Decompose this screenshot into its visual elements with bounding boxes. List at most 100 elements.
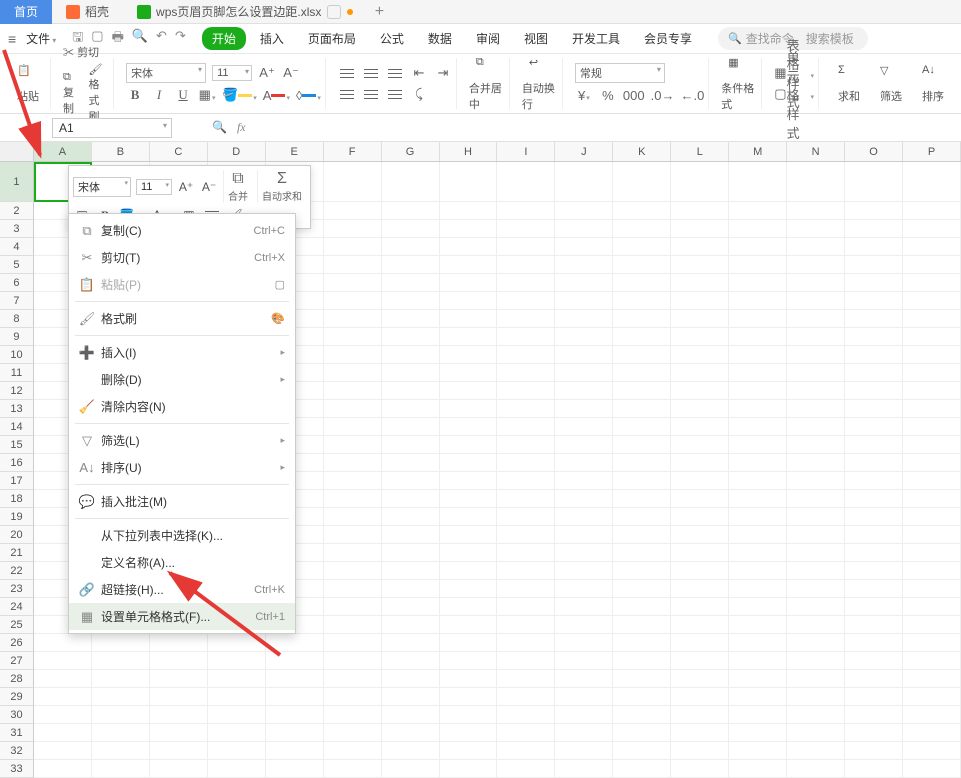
cell[interactable]	[382, 562, 440, 580]
cell[interactable]	[729, 202, 787, 220]
cell[interactable]	[208, 724, 266, 742]
cell[interactable]	[208, 706, 266, 724]
col-header-h[interactable]: H	[440, 142, 498, 161]
cell[interactable]	[382, 454, 440, 472]
cell[interactable]	[497, 202, 555, 220]
cell[interactable]	[729, 310, 787, 328]
row-header[interactable]: 2	[0, 202, 34, 220]
cell[interactable]	[671, 162, 729, 202]
row-header[interactable]: 22	[0, 562, 34, 580]
cell[interactable]	[729, 454, 787, 472]
align-top-icon[interactable]	[338, 64, 356, 82]
cell[interactable]	[787, 310, 845, 328]
row-header[interactable]: 12	[0, 382, 34, 400]
cell[interactable]	[382, 256, 440, 274]
cell[interactable]	[613, 472, 671, 490]
cell[interactable]	[671, 634, 729, 652]
cell[interactable]	[440, 454, 498, 472]
cell[interactable]	[787, 238, 845, 256]
cell[interactable]	[266, 724, 324, 742]
menu-insert[interactable]: ➕插入(I)▸	[69, 339, 295, 366]
cell[interactable]	[382, 364, 440, 382]
cell[interactable]	[497, 364, 555, 382]
align-left-icon[interactable]	[338, 85, 356, 103]
cell[interactable]	[845, 292, 903, 310]
cell[interactable]	[440, 202, 498, 220]
row-header[interactable]: 19	[0, 508, 34, 526]
col-header-p[interactable]: P	[903, 142, 961, 161]
row-header[interactable]: 8	[0, 310, 34, 328]
cell[interactable]	[382, 544, 440, 562]
row-header[interactable]: 18	[0, 490, 34, 508]
cell[interactable]	[845, 670, 903, 688]
ribbon-tab-formula[interactable]: 公式	[370, 27, 414, 50]
cell[interactable]	[382, 508, 440, 526]
cell[interactable]	[382, 202, 440, 220]
cell[interactable]	[671, 598, 729, 616]
cell[interactable]	[266, 760, 324, 778]
cell[interactable]	[440, 742, 498, 760]
cell[interactable]	[382, 490, 440, 508]
cell[interactable]	[787, 274, 845, 292]
cell[interactable]	[613, 508, 671, 526]
cell[interactable]	[382, 598, 440, 616]
cell[interactable]	[555, 454, 613, 472]
cell[interactable]	[845, 508, 903, 526]
cell[interactable]	[729, 634, 787, 652]
col-header-n[interactable]: N	[787, 142, 845, 161]
cell[interactable]	[613, 598, 671, 616]
cell[interactable]	[555, 580, 613, 598]
cell[interactable]	[208, 688, 266, 706]
cell[interactable]	[903, 292, 961, 310]
cell[interactable]	[613, 652, 671, 670]
cell[interactable]	[266, 688, 324, 706]
cell[interactable]	[324, 580, 382, 598]
col-header-j[interactable]: J	[555, 142, 613, 161]
orientation-icon[interactable]: ⤹	[410, 85, 428, 103]
cell[interactable]	[613, 418, 671, 436]
cell[interactable]	[729, 724, 787, 742]
cell[interactable]	[903, 598, 961, 616]
indent-dec-icon[interactable]: ⇤	[410, 64, 428, 82]
cell[interactable]	[671, 310, 729, 328]
cell[interactable]	[440, 472, 498, 490]
cell[interactable]	[497, 670, 555, 688]
hamburger-icon[interactable]: ≡	[8, 31, 16, 47]
cell[interactable]	[440, 580, 498, 598]
cell[interactable]	[497, 490, 555, 508]
cell[interactable]	[382, 274, 440, 292]
ribbon-tab-insert[interactable]: 插入	[250, 27, 294, 50]
cell[interactable]	[787, 652, 845, 670]
row-header[interactable]: 32	[0, 742, 34, 760]
select-all-corner[interactable]	[0, 142, 34, 161]
cell[interactable]	[497, 220, 555, 238]
cell[interactable]	[729, 760, 787, 778]
cell[interactable]	[903, 274, 961, 292]
format-painter-button[interactable]: 🖌 格式刷	[89, 63, 110, 124]
cell[interactable]	[671, 742, 729, 760]
cell[interactable]	[729, 436, 787, 454]
cell[interactable]	[903, 364, 961, 382]
cell[interactable]	[440, 436, 498, 454]
cell[interactable]	[787, 256, 845, 274]
cell[interactable]	[440, 382, 498, 400]
cell[interactable]	[440, 526, 498, 544]
cell[interactable]	[671, 616, 729, 634]
cell[interactable]	[555, 634, 613, 652]
mini-merge-button[interactable]: ⧉合并	[223, 170, 252, 203]
row-header[interactable]: 4	[0, 238, 34, 256]
row-header[interactable]: 3	[0, 220, 34, 238]
cell[interactable]	[497, 346, 555, 364]
border-button[interactable]: ▦	[198, 86, 216, 104]
cell[interactable]	[903, 256, 961, 274]
cell[interactable]	[787, 382, 845, 400]
cell[interactable]	[555, 328, 613, 346]
cell[interactable]	[613, 742, 671, 760]
qat-undo-icon[interactable]: ↶	[156, 28, 167, 50]
cell[interactable]	[903, 634, 961, 652]
cell[interactable]	[787, 616, 845, 634]
cell[interactable]	[497, 742, 555, 760]
cell[interactable]	[555, 616, 613, 634]
cell[interactable]	[440, 346, 498, 364]
cell[interactable]	[845, 256, 903, 274]
